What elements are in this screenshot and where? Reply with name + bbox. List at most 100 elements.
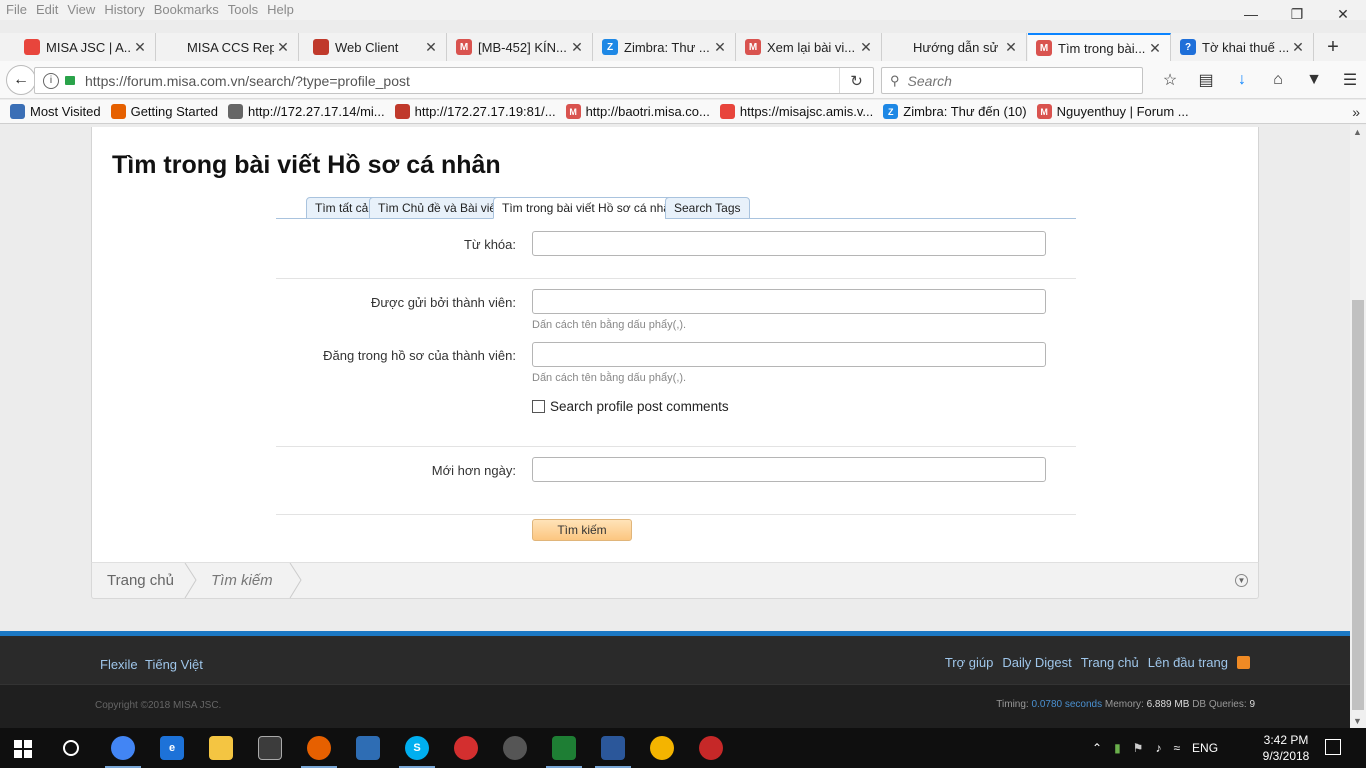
library-icon[interactable]: ▤ [1188, 69, 1224, 91]
back-icon[interactable]: ← [6, 65, 36, 95]
scroll-up-icon[interactable]: ▲ [1353, 127, 1362, 137]
app-icon[interactable] [503, 736, 527, 760]
footer-link-top[interactable]: Lên đầu trang [1148, 655, 1228, 670]
chrome-icon[interactable] [105, 736, 141, 768]
menu-edit[interactable]: Edit [36, 2, 58, 17]
browser-tab[interactable]: Z Zimbra: Thư ... ✕ [594, 33, 736, 61]
language-indicator[interactable]: ENG [1192, 741, 1218, 755]
restore-icon[interactable]: ❐ [1274, 0, 1320, 28]
close-tab-icon[interactable]: ✕ [1002, 39, 1020, 56]
newer-than-input[interactable] [532, 457, 1046, 482]
favicon-icon: ? [1180, 39, 1196, 55]
close-tab-icon[interactable]: ✕ [274, 39, 292, 56]
search-input[interactable] [907, 72, 1108, 89]
profile-of-input[interactable] [532, 342, 1046, 367]
app-icon[interactable] [650, 736, 674, 760]
bookmark-star-icon[interactable]: ☆ [1152, 69, 1188, 91]
home-icon[interactable]: ⌂ [1260, 69, 1296, 91]
tab-search-tags[interactable]: Search Tags [665, 197, 750, 219]
bookmark-item[interactable]: M Nguyenthuy | Forum ... [1036, 104, 1189, 119]
menu-icon[interactable]: ☰ [1332, 69, 1366, 91]
word-icon[interactable] [595, 736, 631, 768]
tab-search-profile-posts[interactable]: Tìm trong bài viết Hồ sơ cá nhân [493, 197, 686, 219]
chevron-up-icon[interactable]: ⌃ [1092, 741, 1102, 755]
browser-tab[interactable]: MISA CCS Report✕ [157, 33, 299, 61]
footer-link-digest[interactable]: Daily Digest [1002, 655, 1071, 670]
close-tab-icon[interactable]: ✕ [422, 39, 440, 56]
firefox-icon[interactable] [301, 736, 337, 768]
menu-file[interactable]: File [6, 2, 27, 17]
breadcrumb-home[interactable]: Trang chủ [107, 563, 174, 598]
app-icon[interactable] [454, 736, 478, 760]
bookmarks-overflow-icon[interactable]: » [1352, 104, 1360, 120]
rss-icon[interactable] [1237, 656, 1250, 669]
browser-tab[interactable]: Hướng dẫn sử dụ...✕ [883, 33, 1027, 61]
bookmark-item[interactable]: Most Visited [10, 104, 101, 119]
notification-icon[interactable] [1325, 739, 1341, 755]
chevron-down-icon[interactable]: ▼ [1235, 574, 1248, 587]
bookmark-item[interactable]: http://172.27.17.14/mi... [228, 104, 385, 119]
tab-search-all[interactable]: Tìm tất cả [306, 197, 378, 219]
browser-tab[interactable]: M Tìm trong bài... ✕ [1028, 33, 1171, 61]
bookmark-item[interactable]: Mhttp://baotri.misa.co... [565, 104, 710, 119]
browser-tab[interactable]: MISA JSC | A... ✕ [16, 33, 156, 61]
menu-bookmarks[interactable]: Bookmarks [154, 2, 219, 17]
downloads-icon[interactable]: ↓ [1224, 69, 1260, 91]
store-icon[interactable] [258, 736, 282, 760]
footer-link-home[interactable]: Trang chủ [1081, 655, 1139, 670]
remote-desktop-icon[interactable] [356, 736, 380, 760]
close-tab-icon[interactable]: ✕ [131, 39, 149, 56]
edge-icon[interactable]: e [160, 736, 184, 760]
menu-tools[interactable]: Tools [228, 2, 258, 17]
wifi-icon[interactable]: ≈ [1173, 741, 1180, 755]
app-icon[interactable] [699, 736, 723, 760]
url-text[interactable]: https://forum.misa.com.vn/search/?type=p… [85, 73, 410, 89]
reload-icon[interactable]: ↻ [839, 68, 873, 93]
flag-icon[interactable]: ⚑ [1133, 741, 1144, 755]
menu-history[interactable]: History [104, 2, 144, 17]
browser-tab[interactable]: M Xem lại bài vi... ✕ [737, 33, 882, 61]
browser-tab[interactable]: Web Client ✕ [305, 33, 447, 61]
close-tab-icon[interactable]: ✕ [1146, 40, 1164, 57]
clock[interactable]: 3:42 PM 9/3/2018 [1256, 732, 1316, 764]
excel-icon[interactable] [546, 736, 582, 768]
menu-help[interactable]: Help [267, 2, 294, 17]
page-title: Tìm trong bài viết Hồ sơ cá nhân [112, 151, 501, 179]
minimize-icon[interactable]: — [1228, 0, 1274, 28]
pocket-icon[interactable]: ▼ [1296, 69, 1332, 91]
browser-tab[interactable]: M [MB-452] KÍN... ✕ [448, 33, 593, 61]
footer-link-help[interactable]: Trợ giúp [945, 655, 994, 670]
volume-icon[interactable]: ♪ [1155, 741, 1161, 755]
close-tab-icon[interactable]: ✕ [857, 39, 875, 56]
bookmark-item[interactable]: Z Zimbra: Thư đến (10) [883, 104, 1027, 119]
bookmark-item[interactable]: http://172.27.17.19:81/... [394, 104, 556, 119]
site-info-icon[interactable]: i [43, 72, 59, 89]
style-chooser-link[interactable]: Flexile [100, 657, 138, 672]
scroll-down-icon[interactable]: ▼ [1353, 716, 1362, 726]
tab-search-threads[interactable]: Tìm Chủ đề và Bài viết [369, 197, 509, 219]
comments-checkbox[interactable] [532, 400, 545, 413]
close-icon[interactable]: ✕ [1320, 0, 1366, 28]
browser-tab[interactable]: ? Tờ khai thuế ... ✕ [1172, 33, 1314, 61]
posted-by-input[interactable] [532, 289, 1046, 314]
page-scrollbar[interactable]: ▲ ▼ [1350, 125, 1366, 728]
search-bar[interactable]: ⚲ [881, 67, 1143, 94]
windows-start-icon[interactable] [14, 740, 32, 758]
new-tab-button[interactable]: + [1318, 33, 1348, 61]
bookmark-item[interactable]: Getting Started [110, 104, 218, 119]
network-icon[interactable]: ▮ [1114, 741, 1121, 755]
cortana-icon[interactable] [63, 740, 79, 756]
comments-checkbox-row[interactable]: Search profile post comments [532, 399, 729, 414]
address-bar[interactable]: i https://forum.misa.com.vn/search/?type… [34, 67, 874, 94]
search-submit-button[interactable]: Tìm kiếm [532, 519, 632, 541]
file-explorer-icon[interactable] [209, 736, 233, 760]
language-chooser-link[interactable]: Tiếng Việt [145, 657, 203, 672]
skype-icon[interactable]: S [399, 736, 435, 768]
close-tab-icon[interactable]: ✕ [1289, 39, 1307, 56]
bookmark-item[interactable]: https://misajsc.amis.v... [719, 104, 873, 119]
scroll-thumb[interactable] [1352, 300, 1364, 710]
close-tab-icon[interactable]: ✕ [568, 39, 586, 56]
close-tab-icon[interactable]: ✕ [711, 39, 729, 56]
menu-view[interactable]: View [67, 2, 95, 17]
keyword-input[interactable] [532, 231, 1046, 256]
